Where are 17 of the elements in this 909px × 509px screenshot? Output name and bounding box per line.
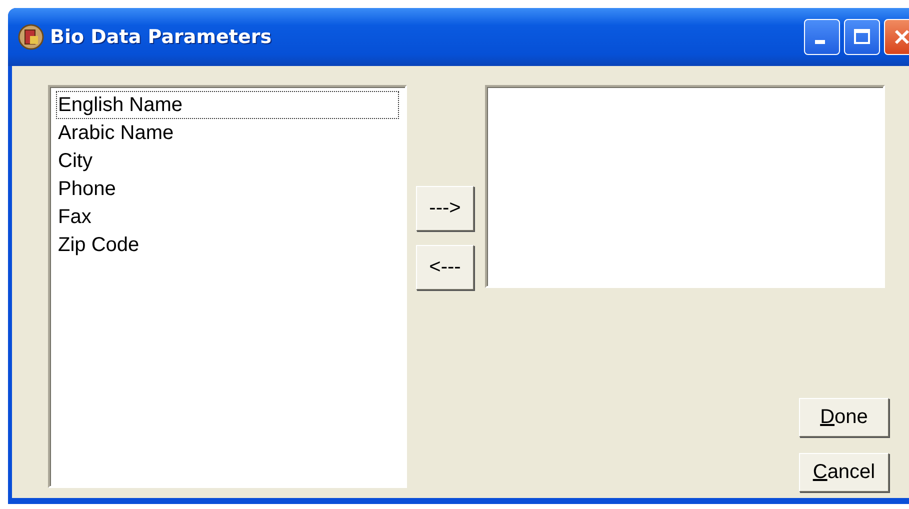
minimize-button[interactable] (804, 19, 840, 55)
move-button[interactable]: ---> (416, 186, 474, 231)
list-item[interactable]: Phone (56, 175, 399, 203)
list-item[interactable]: Fax (56, 203, 399, 231)
move-button[interactable]: <--- (416, 245, 474, 290)
window-title: Bio Data Parameters (50, 26, 272, 48)
selected-fields-list[interactable] (485, 85, 885, 288)
done-button[interactable]: Done (799, 398, 889, 437)
list-item[interactable]: Arabic Name (56, 119, 399, 147)
minimize-icon (815, 40, 825, 44)
maximize-button[interactable] (844, 19, 880, 55)
cancel-button[interactable]: Cancel (799, 453, 889, 492)
list-item[interactable]: City (56, 147, 399, 175)
app-icon (18, 24, 44, 50)
list-item[interactable]: Zip Code (56, 231, 399, 259)
list-item[interactable]: English Name (56, 91, 399, 119)
available-fields-list[interactable]: English Name Arabic Name City Phone Fax Zip Code (48, 85, 407, 488)
